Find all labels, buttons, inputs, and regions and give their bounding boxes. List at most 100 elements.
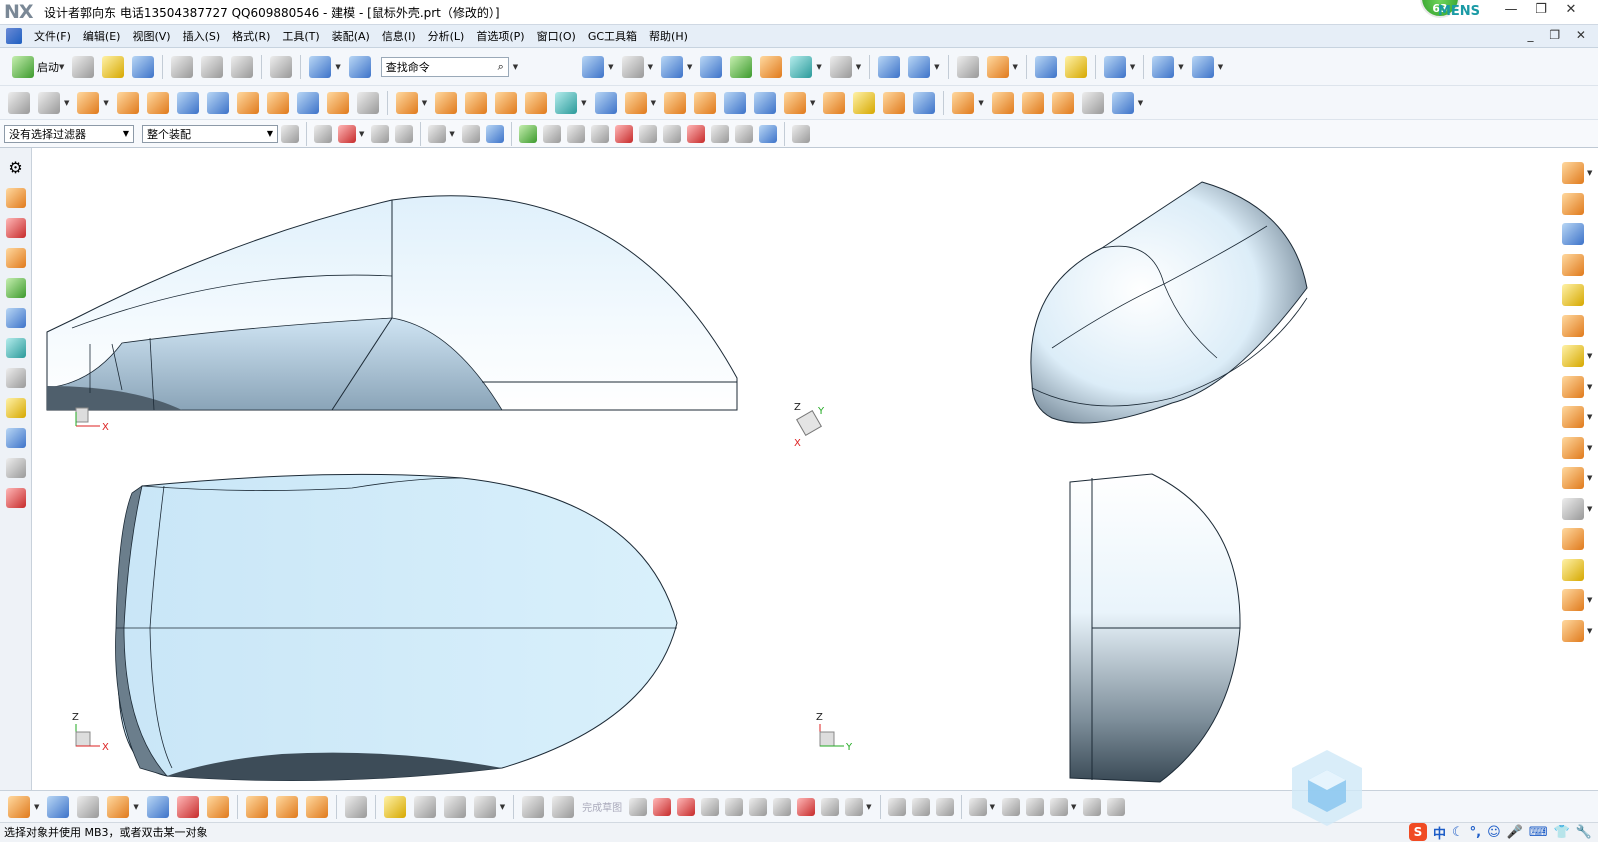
pan-icon[interactable] <box>621 55 644 78</box>
chevron-down-icon[interactable]: ▼ <box>816 63 821 71</box>
chevron-down-icon[interactable]: ▼ <box>64 99 69 107</box>
menu-tools[interactable]: 工具(T) <box>276 28 325 44</box>
pattern-feature-icon[interactable] <box>465 91 488 114</box>
chevron-down-icon[interactable]: ▼ <box>103 99 108 107</box>
selection-scope-icon[interactable] <box>281 124 299 143</box>
grid-snap-icon[interactable] <box>791 124 810 143</box>
chevron-down-icon[interactable]: ▼ <box>422 99 427 107</box>
open-folder-icon[interactable] <box>102 55 125 78</box>
menu-preferences[interactable]: 首选项(P) <box>470 28 530 44</box>
orient-view-icon[interactable] <box>878 55 901 78</box>
chevron-down-icon[interactable]: ▼ <box>34 803 39 811</box>
component-icon[interactable] <box>77 795 100 818</box>
bounded-plane-icon[interactable] <box>783 91 806 114</box>
thicken-icon[interactable] <box>663 91 686 114</box>
chevron-down-icon[interactable]: ▼ <box>651 99 656 107</box>
chevron-down-icon[interactable]: ▼ <box>1587 505 1592 513</box>
history-icon[interactable] <box>5 338 26 358</box>
search-icon[interactable]: ⌕ <box>498 60 504 74</box>
smiley-icon[interactable]: ☺ <box>1487 825 1501 840</box>
menu-help[interactable]: 帮助(H) <box>643 28 694 44</box>
right-tool-row[interactable] <box>1554 555 1598 586</box>
move-face-icon[interactable] <box>1562 192 1584 215</box>
chevron-down-icon[interactable]: ▼ <box>978 99 983 107</box>
right-tool-row[interactable]: ▼ <box>1554 433 1598 464</box>
snap-arc-center-icon[interactable] <box>638 124 657 143</box>
menu-view[interactable]: 视图(V) <box>126 28 176 44</box>
snap-enable-icon[interactable] <box>518 124 537 143</box>
measure-icon[interactable] <box>1191 55 1214 78</box>
chevron-down-icon[interactable]: ▼ <box>1587 474 1592 482</box>
chevron-down-icon[interactable]: ▼ <box>1587 627 1592 635</box>
deselect-icon[interactable] <box>371 124 390 143</box>
snap-existing-point-icon[interactable] <box>686 124 705 143</box>
roles-icon[interactable] <box>5 488 26 508</box>
assembly-navigator-icon[interactable] <box>5 188 26 208</box>
chevron-down-icon[interactable]: ▼ <box>359 130 364 138</box>
constraint-navigator-icon[interactable] <box>5 218 26 238</box>
styled-blend-icon[interactable] <box>1051 91 1074 114</box>
section-view-icon[interactable] <box>908 55 931 78</box>
chevron-down-icon[interactable]: ▼ <box>608 63 613 71</box>
face-blend-icon[interactable] <box>1021 91 1044 114</box>
block-icon[interactable] <box>176 91 199 114</box>
move-object-icon[interactable] <box>1103 55 1126 78</box>
linear-dimension-icon[interactable] <box>1562 619 1584 642</box>
front-view-shell[interactable] <box>46 195 738 411</box>
hole-icon[interactable] <box>146 91 169 114</box>
web-browser-icon[interactable] <box>5 308 26 328</box>
graphics-window[interactable]: X Z Y X Z X Z Y <box>32 148 1554 790</box>
replace-face-icon[interactable] <box>624 91 647 114</box>
app-menu-icon[interactable] <box>6 28 22 44</box>
redo-icon[interactable] <box>270 55 293 78</box>
auto-constrain-icon[interactable] <box>1083 797 1102 816</box>
chevron-down-icon[interactable]: ▼ <box>1587 352 1592 360</box>
mirror-face-icon[interactable] <box>1562 467 1584 490</box>
right-tool-row[interactable]: ▼ <box>1554 158 1598 189</box>
right-tool-row[interactable] <box>1554 250 1598 281</box>
menu-gc-toolbox[interactable]: GC工具箱 <box>582 28 643 44</box>
explode-icon[interactable] <box>206 795 229 818</box>
constraints-icon[interactable] <box>1001 797 1020 816</box>
resize-blend-icon[interactable] <box>1562 284 1584 307</box>
ruled-icon[interactable] <box>753 91 776 114</box>
alternate-solution-icon[interactable] <box>1107 797 1126 816</box>
right-tool-row[interactable] <box>1554 219 1598 250</box>
mirror-feature-icon[interactable] <box>525 91 548 114</box>
part-navigator-icon[interactable] <box>5 248 26 268</box>
clock-icon[interactable] <box>5 368 26 388</box>
chevron-down-icon[interactable]: ▼ <box>866 803 871 811</box>
minimize-button[interactable]: — <box>1496 2 1526 22</box>
sweep-icon[interactable] <box>693 91 716 114</box>
convert-reference-icon[interactable] <box>1049 797 1068 816</box>
wave-linker-icon[interactable] <box>1562 162 1584 185</box>
chevron-down-icon[interactable]: ▼ <box>1587 383 1592 391</box>
process-studio-icon[interactable] <box>5 428 26 448</box>
new-file-icon[interactable] <box>72 55 95 78</box>
quick-trim-icon[interactable] <box>887 797 906 816</box>
reuse-library-icon[interactable] <box>5 278 26 298</box>
snap-endpoint-icon[interactable] <box>542 124 561 143</box>
unite-icon[interactable] <box>395 91 418 114</box>
chevron-down-icon[interactable]: ▼ <box>335 63 340 71</box>
box-view-icon[interactable] <box>1111 91 1134 114</box>
chevron-down-icon[interactable]: ▼ <box>1013 63 1018 71</box>
right-tool-row[interactable]: ▼ <box>1554 585 1598 616</box>
sogou-logo-icon[interactable]: S <box>1408 823 1427 841</box>
chevron-down-icon[interactable]: ▼ <box>687 63 692 71</box>
select-body-icon[interactable] <box>485 124 504 143</box>
chevron-down-icon[interactable]: ▼ <box>1587 596 1592 604</box>
system-materials-icon[interactable] <box>5 398 26 418</box>
chevron-down-icon[interactable]: ▼ <box>513 63 518 71</box>
make-tangent-icon[interactable] <box>1562 589 1584 612</box>
right-tool-row[interactable]: ▼ <box>1554 494 1598 525</box>
array-component-icon[interactable] <box>275 795 298 818</box>
paste-icon[interactable] <box>231 55 254 78</box>
rectangle-select-icon[interactable] <box>428 124 447 143</box>
top-view-shell[interactable] <box>115 473 678 781</box>
chevron-down-icon[interactable]: ▼ <box>1178 63 1183 71</box>
menu-format[interactable]: 格式(R) <box>226 28 276 44</box>
keyboard-icon[interactable]: ⌨ <box>1529 825 1548 840</box>
line-icon[interactable] <box>653 797 672 816</box>
chamfer-icon[interactable] <box>266 91 289 114</box>
